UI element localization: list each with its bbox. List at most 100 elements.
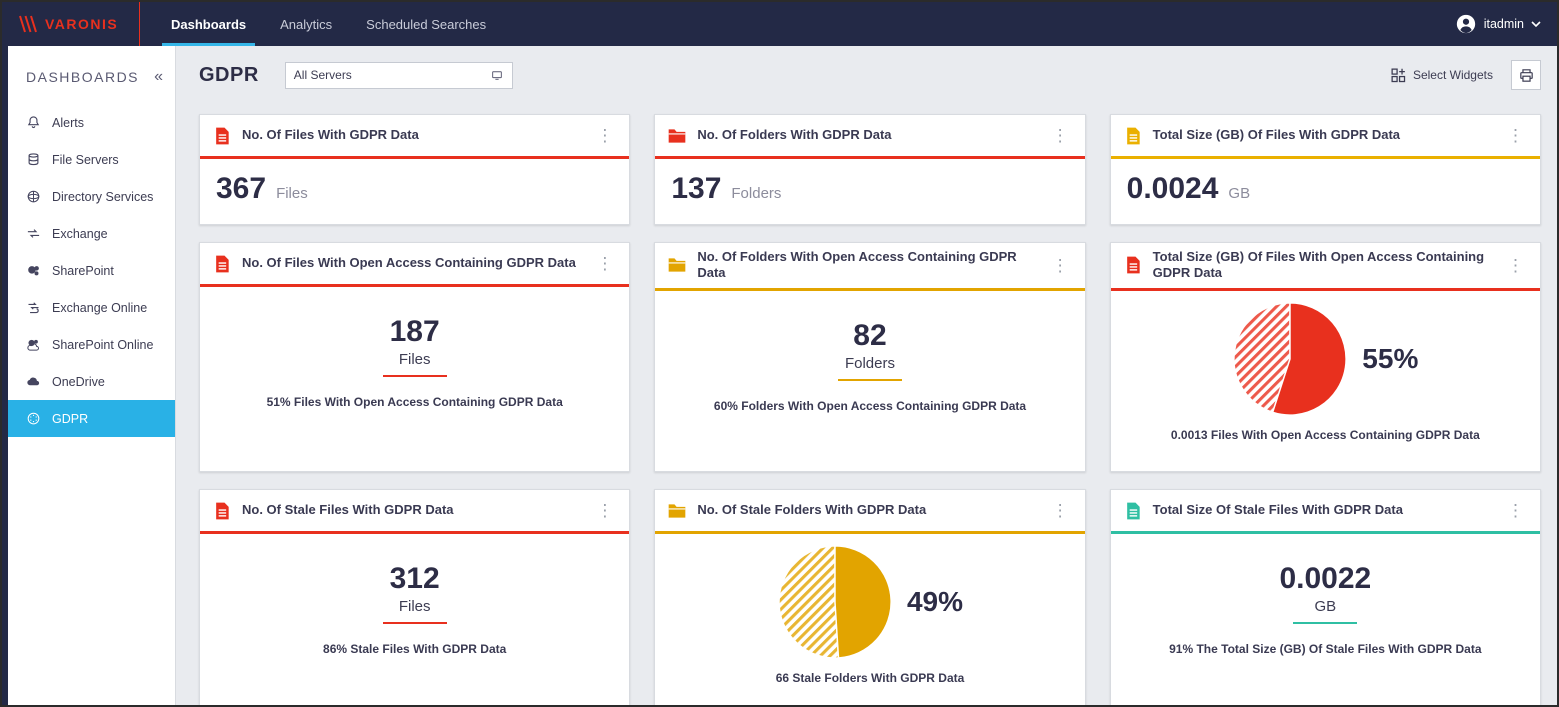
- chevron-down-icon: [1531, 21, 1541, 28]
- onedrive-icon: [26, 374, 41, 389]
- widget-title: Total Size Of Stale Files With GDPR Data: [1153, 502, 1503, 518]
- widget-value: 0.0024: [1127, 172, 1219, 205]
- folder-icon: [667, 501, 687, 521]
- widget-title: No. Of Stale Files With GDPR Data: [242, 502, 592, 518]
- tab-analytics[interactable]: Analytics: [263, 2, 349, 46]
- widget-menu-icon[interactable]: ⋮: [1048, 255, 1073, 276]
- sharepoint-icon: [26, 263, 41, 278]
- sidebar-item-label: GDPR: [52, 412, 88, 426]
- sidebar-item-sharepoint-online[interactable]: SharePoint Online: [8, 326, 175, 363]
- pie-chart: [777, 544, 893, 660]
- widget-header: No. Of Stale Files With GDPR Data ⋮: [200, 490, 629, 534]
- sidebar-item-label: OneDrive: [52, 375, 105, 389]
- widget-menu-icon[interactable]: ⋮: [592, 125, 617, 146]
- file-icon: [212, 501, 232, 521]
- print-button[interactable]: [1511, 60, 1541, 90]
- widget-menu-icon[interactable]: ⋮: [592, 253, 617, 274]
- header-actions: Select Widgets: [1390, 60, 1541, 90]
- widget-caption: 0.0013 Files With Open Access Containing…: [1157, 427, 1494, 444]
- widget-unit: Folders: [731, 185, 781, 202]
- widget-header: No. Of Folders With Open Access Containi…: [655, 243, 1084, 291]
- collapse-sidebar-button[interactable]: «: [154, 68, 163, 86]
- accent-underline: [383, 375, 447, 377]
- widget-files-with-gdpr-data: No. Of Files With GDPR Data ⋮ 367 Files: [199, 114, 630, 225]
- page-header: GDPR All Servers Select Widgets: [199, 60, 1541, 90]
- sidebar-item-sharepoint[interactable]: SharePoint: [8, 252, 175, 289]
- widget-menu-icon[interactable]: ⋮: [1048, 500, 1073, 521]
- sidebar-title: DASHBOARDS: [26, 69, 139, 85]
- widget-menu-icon[interactable]: ⋮: [1503, 500, 1528, 521]
- tab-dashboards[interactable]: Dashboards: [154, 2, 263, 46]
- widget-value: 187: [390, 315, 440, 348]
- sidebar-item-label: SharePoint Online: [52, 338, 153, 352]
- sidebar-item-exchange[interactable]: Exchange: [8, 215, 175, 252]
- server-filter-value: All Servers: [294, 68, 352, 82]
- sidebar-item-directory-services[interactable]: Directory Services: [8, 178, 175, 215]
- widget-menu-icon[interactable]: ⋮: [1503, 255, 1528, 276]
- widget-caption: 66 Stale Folders With GDPR Data: [762, 670, 979, 687]
- exchange-online-icon: [26, 300, 41, 315]
- widget-title: Total Size (GB) Of Files With Open Acces…: [1153, 249, 1503, 282]
- exchange-icon: [26, 226, 41, 241]
- main-panel: GDPR All Servers Select Widgets: [176, 46, 1557, 705]
- widget-unit: GB: [1228, 185, 1250, 202]
- accent-underline: [838, 379, 902, 381]
- select-widgets-button[interactable]: Select Widgets: [1390, 67, 1493, 84]
- avatar-icon: [1455, 13, 1477, 35]
- sidebar-item-label: Alerts: [52, 116, 84, 130]
- widget-value-area: 0.0024 GB: [1111, 159, 1540, 224]
- pie-percentage: 55%: [1362, 343, 1418, 375]
- widget-unit: Folders: [845, 355, 895, 372]
- sidebar-item-gdpr[interactable]: GDPR: [8, 400, 175, 437]
- widget-header: Total Size (GB) Of Files With Open Acces…: [1111, 243, 1540, 291]
- widget-title: No. Of Files With GDPR Data: [242, 127, 592, 143]
- select-widgets-label: Select Widgets: [1413, 68, 1493, 82]
- widget-value-area: 0.0022 GB 91% The Total Size (GB) Of Sta…: [1111, 534, 1540, 705]
- username: itadmin: [1484, 17, 1524, 31]
- widgets-grid: No. Of Files With GDPR Data ⋮ 367 Files …: [199, 114, 1541, 705]
- nav-tabs: Dashboards Analytics Scheduled Searches: [154, 2, 503, 46]
- widget-total-size-open-access-gdpr: Total Size (GB) Of Files With Open Acces…: [1110, 242, 1541, 472]
- accent-underline: [383, 622, 447, 624]
- widget-menu-icon[interactable]: ⋮: [592, 500, 617, 521]
- widget-value: 82: [853, 319, 886, 352]
- widget-unit: Files: [399, 598, 431, 615]
- widget-header: No. Of Files With GDPR Data ⋮: [200, 115, 629, 159]
- widget-folders-with-gdpr-data: No. Of Folders With GDPR Data ⋮ 137 Fold…: [654, 114, 1085, 225]
- sidebar-item-label: SharePoint: [52, 264, 114, 278]
- widgets-grid-icon: [1390, 67, 1407, 84]
- app-window: VARONIS Dashboards Analytics Scheduled S…: [0, 0, 1559, 707]
- file-icon: [212, 126, 232, 146]
- widget-title: No. Of Folders With Open Access Containi…: [697, 249, 1047, 282]
- widget-title: Total Size (GB) Of Files With GDPR Data: [1153, 127, 1503, 143]
- widget-header: Total Size (GB) Of Files With GDPR Data …: [1111, 115, 1540, 159]
- sidebar: DASHBOARDS « Alerts File Servers Directo…: [8, 46, 176, 705]
- file-servers-icon: [26, 152, 41, 167]
- gdpr-icon: [26, 411, 41, 426]
- widget-menu-icon[interactable]: ⋮: [1048, 125, 1073, 146]
- widget-stale-files-gdpr: No. Of Stale Files With GDPR Data ⋮ 312 …: [199, 489, 630, 705]
- folder-icon: [667, 126, 687, 146]
- tab-scheduled-searches[interactable]: Scheduled Searches: [349, 2, 503, 46]
- server-filter-dropdown[interactable]: All Servers: [285, 62, 513, 89]
- widget-header: No. Of Folders With GDPR Data ⋮: [655, 115, 1084, 159]
- server-icon: [490, 69, 504, 82]
- nav-divider: [139, 2, 140, 46]
- user-menu[interactable]: itadmin: [1455, 2, 1557, 46]
- widget-caption: 60% Folders With Open Access Containing …: [700, 398, 1040, 415]
- widget-header: No. Of Files With Open Access Containing…: [200, 243, 629, 287]
- top-nav: VARONIS Dashboards Analytics Scheduled S…: [2, 2, 1557, 46]
- sidebar-item-file-servers[interactable]: File Servers: [8, 141, 175, 178]
- widget-files-open-access-gdpr: No. Of Files With Open Access Containing…: [199, 242, 630, 472]
- sidebar-header: DASHBOARDS «: [8, 46, 175, 104]
- widget-header: Total Size Of Stale Files With GDPR Data…: [1111, 490, 1540, 534]
- pie-percentage: 49%: [907, 586, 963, 618]
- widget-menu-icon[interactable]: ⋮: [1503, 125, 1528, 146]
- sidebar-item-exchange-online[interactable]: Exchange Online: [8, 289, 175, 326]
- printer-icon: [1518, 67, 1535, 84]
- sidebar-item-alerts[interactable]: Alerts: [8, 104, 175, 141]
- varonis-logo: VARONIS: [2, 2, 139, 46]
- sidebar-item-onedrive[interactable]: OneDrive: [8, 363, 175, 400]
- bell-icon: [26, 115, 41, 130]
- widget-value-area: 187 Files 51% Files With Open Access Con…: [200, 287, 629, 471]
